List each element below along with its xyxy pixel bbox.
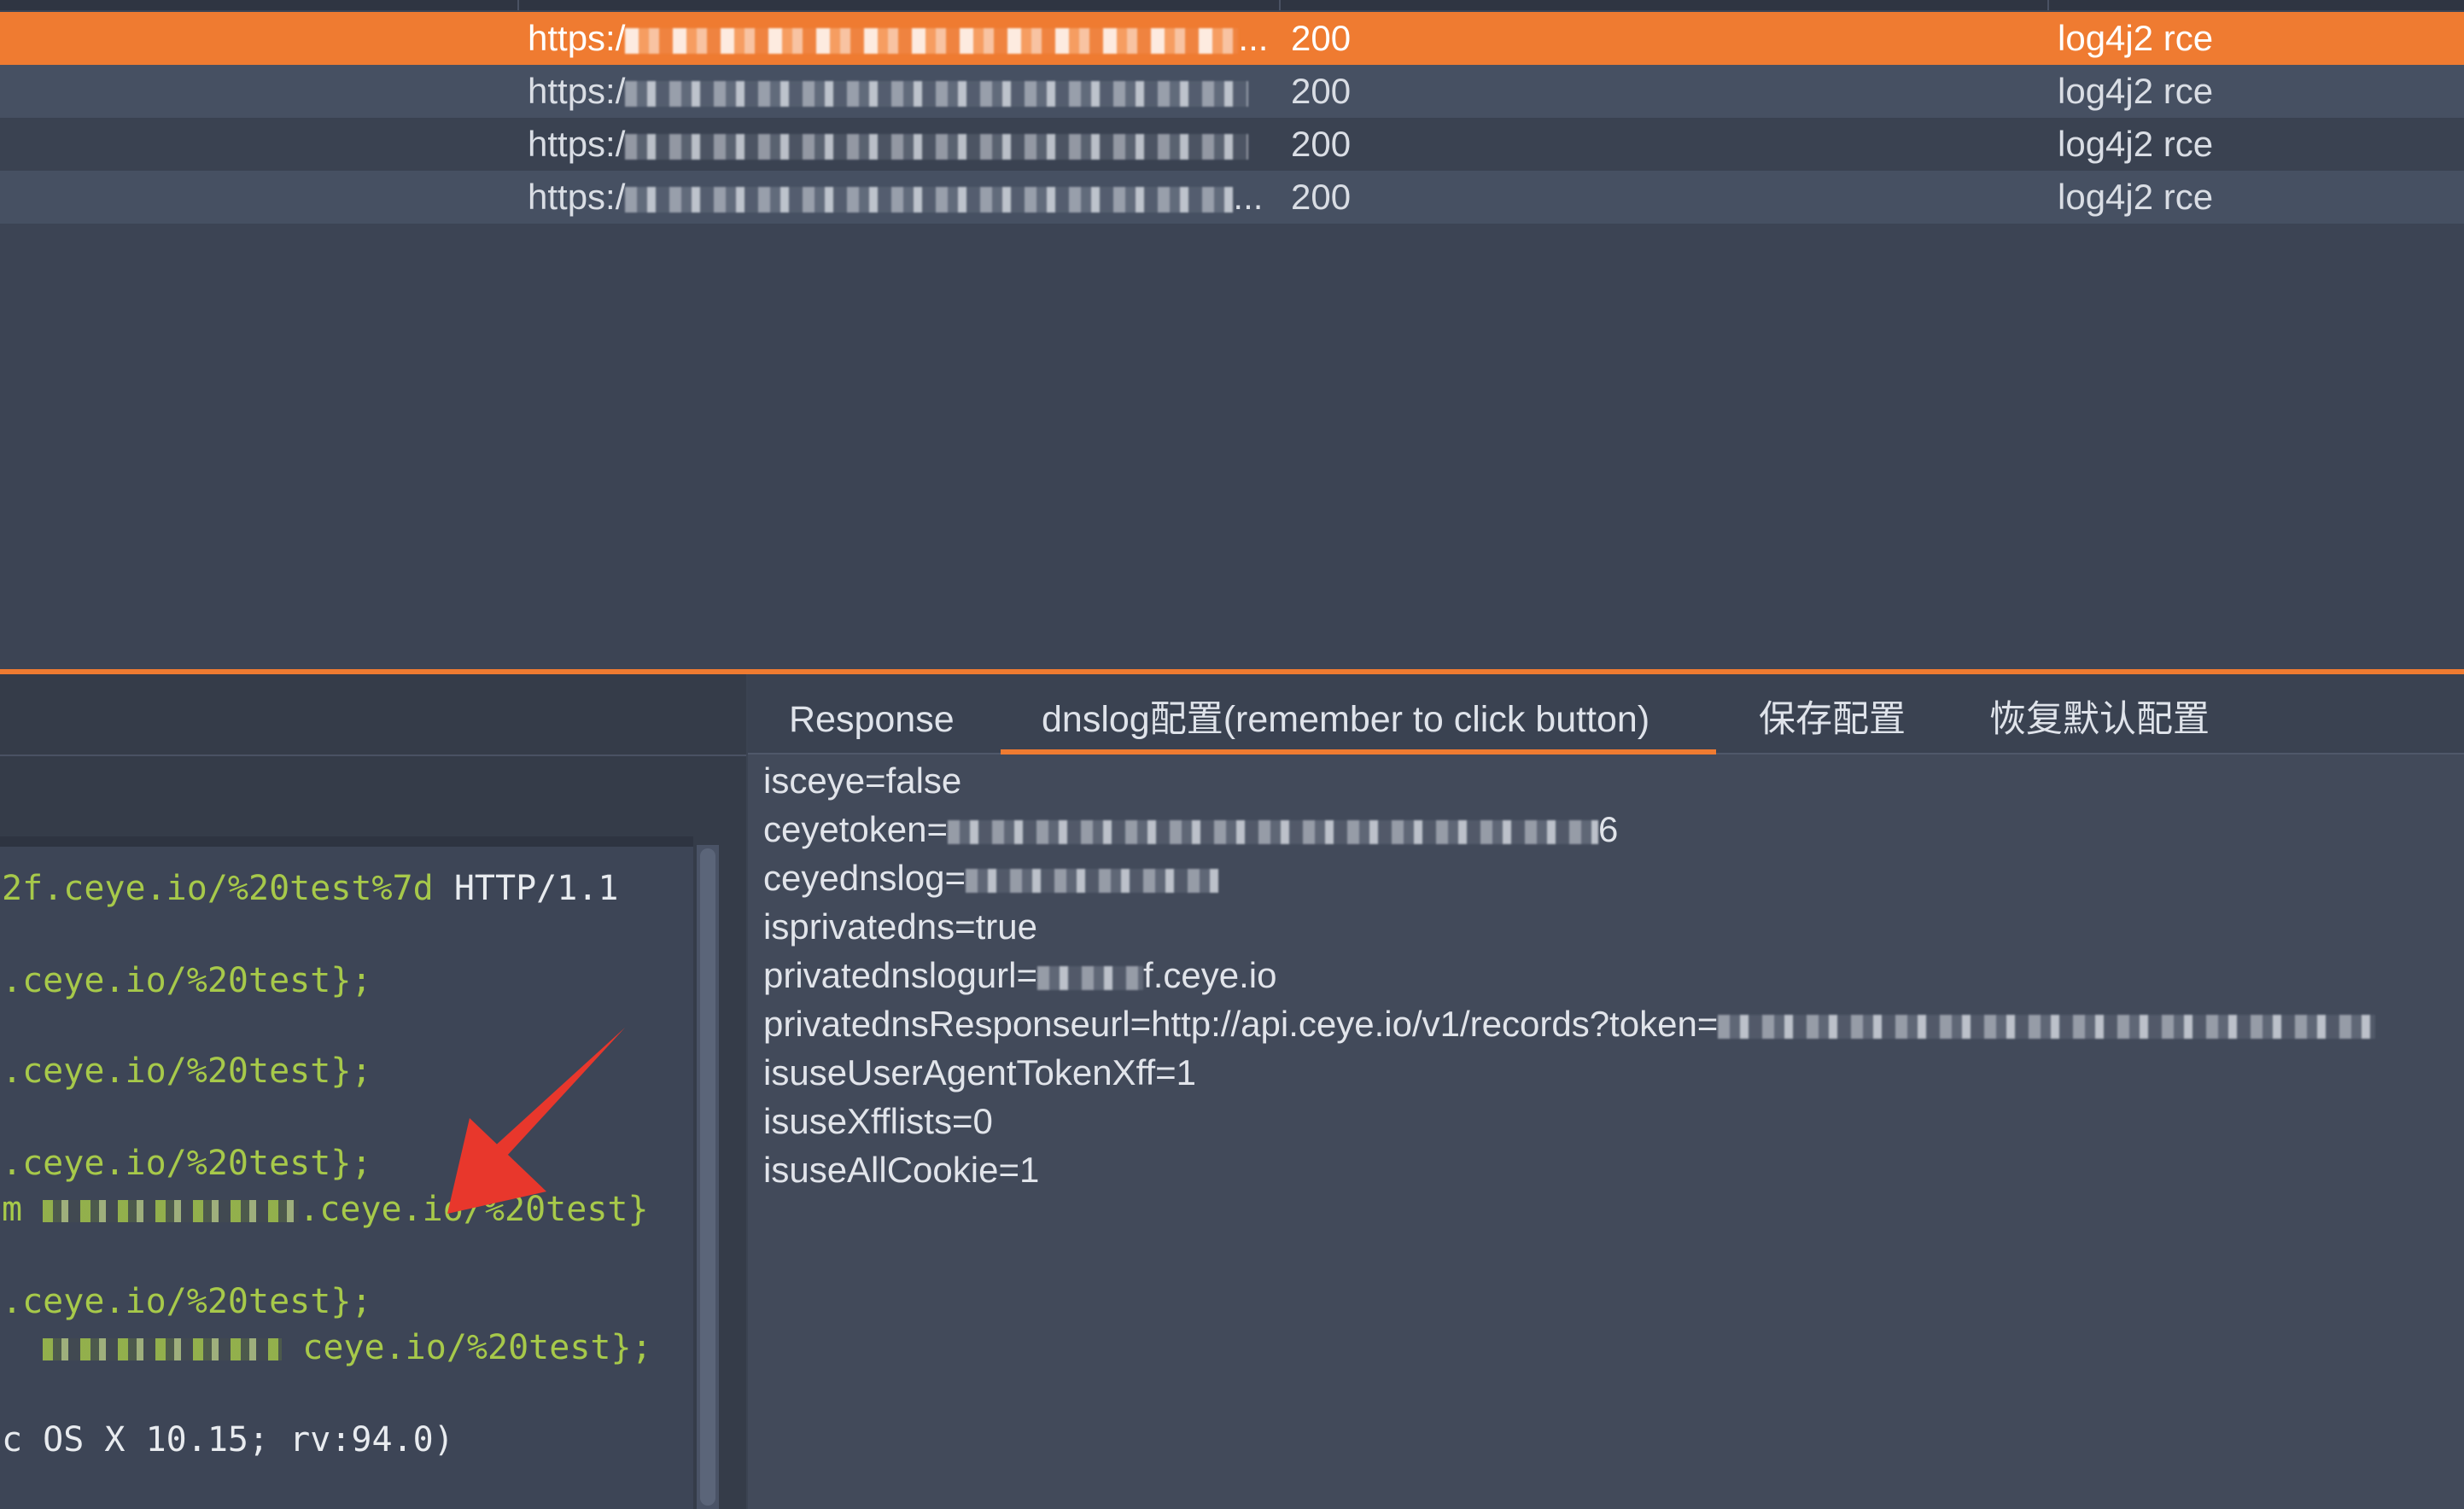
config-text: privatednsResponseurl=http://api.ceye.io… xyxy=(763,1004,1719,1044)
config-line: privatednslogurl= f.ceye.io xyxy=(763,951,2462,999)
status-cell: 200 xyxy=(1291,71,1352,111)
tab-restore-default-config[interactable]: 恢复默认配置 xyxy=(1989,695,2210,744)
config-text: isuseUserAgentTokenXff=1 xyxy=(763,1052,1197,1092)
config-text: f.ceye.io xyxy=(1143,955,1277,995)
url-text: https:/ xyxy=(528,18,626,58)
status-cell: 200 xyxy=(1291,177,1352,217)
config-textarea[interactable]: isceye=false ceyetoken= 6 ceyednslog= isp… xyxy=(763,756,2462,1194)
code-line: ceye.io/%20test}; xyxy=(2,1325,652,1371)
config-line: ceyetoken= 6 xyxy=(763,805,2462,854)
config-line: isuseUserAgentTokenXff=1 xyxy=(763,1048,2462,1097)
config-text: 6 xyxy=(1598,809,1619,849)
code-plain-text: HTTP/1.1 xyxy=(433,869,619,908)
table-row[interactable]: https:/ 200 log4j2 rce xyxy=(0,65,2464,118)
redacted-value xyxy=(966,868,1219,893)
code-green-text: .ceye.io/%20test}; xyxy=(2,1144,372,1183)
url-text: https:/ xyxy=(528,124,626,164)
redacted-value xyxy=(948,819,1598,844)
redacted-url xyxy=(625,133,1249,160)
config-text: ceyetoken= xyxy=(763,809,948,849)
config-line: privatednsResponseurl=http://api.ceye.io… xyxy=(763,999,2462,1048)
code-line: .ceye.io/%20test}; xyxy=(2,1140,371,1186)
tab-save-config[interactable]: 保存配置 xyxy=(1759,695,1906,744)
results-table: https:/... 200 log4j2 rce https:/ 200 lo… xyxy=(0,0,2464,669)
url-ellipsis: ... xyxy=(1233,177,1264,217)
column-divider[interactable] xyxy=(517,0,519,10)
code-line: .ceye.io/%20test}; xyxy=(2,1048,371,1094)
redacted-code xyxy=(43,1338,283,1360)
config-line: isuseAllCookie=1 xyxy=(763,1145,2462,1194)
issue-cell: log4j2 rce xyxy=(2058,18,2214,58)
config-text: privatednslogurl= xyxy=(763,955,1038,995)
code-green-text: .ceye.io/%20test}; xyxy=(2,1052,372,1091)
request-toolbar-divider xyxy=(0,754,746,756)
code-green-text: 2f.ceye.io/%20test%7d xyxy=(2,869,434,908)
table-row[interactable]: https:/ 200 log4j2 rce xyxy=(0,118,2464,171)
redacted-code xyxy=(43,1200,300,1222)
config-text: isprivatedns=true xyxy=(763,906,1038,947)
scrollbar-thumb[interactable] xyxy=(700,848,715,1506)
column-divider[interactable] xyxy=(2047,0,2049,10)
active-tab-indicator xyxy=(1001,749,1716,754)
column-divider[interactable] xyxy=(1279,0,1281,10)
code-line: .ceye.io/%20test}; xyxy=(2,1279,371,1325)
code-green-text: .ceye.io/%20test}; xyxy=(2,1282,372,1321)
code-green-text: .ceye.io/%20test}; xyxy=(2,961,372,1000)
url-cell: https:/ xyxy=(528,65,1270,118)
config-text: isceye=false xyxy=(763,760,962,801)
redacted-url xyxy=(625,80,1249,107)
table-row[interactable]: https:/... 200 log4j2 rce xyxy=(0,171,2464,224)
config-line: isuseXfflists=0 xyxy=(763,1097,2462,1145)
code-line: c OS X 10.15; rv:94.0) xyxy=(2,1417,454,1463)
issue-cell: log4j2 rce xyxy=(2058,177,2214,217)
tab-response[interactable]: Response xyxy=(789,695,955,744)
config-text: isuseXfflists=0 xyxy=(763,1101,993,1141)
url-text: https:/ xyxy=(528,177,626,217)
code-plain-text: c OS X 10.15; rv:94.0) xyxy=(2,1420,454,1459)
red-arrow-icon xyxy=(447,1028,625,1214)
url-cell: https:/... xyxy=(528,171,1270,224)
config-line: ceyednslog= xyxy=(763,854,2462,902)
status-cell: 200 xyxy=(1291,124,1352,164)
redacted-url xyxy=(625,186,1234,213)
code-green-text: m xyxy=(2,1190,23,1229)
config-line: isprivatedns=true xyxy=(763,902,2462,951)
issue-cell: log4j2 rce xyxy=(2058,71,2214,111)
config-text: ceyednslog= xyxy=(763,858,966,898)
redacted-url xyxy=(625,27,1239,54)
tab-dnslog-config[interactable]: dnslog配置(remember to click button) xyxy=(1042,695,1649,744)
code-green-text: ceye.io/%20test}; xyxy=(302,1328,652,1367)
tab-bar: Response dnslog配置(remember to click butt… xyxy=(748,674,2464,754)
url-text: https:/ xyxy=(528,71,626,111)
redacted-value xyxy=(1037,965,1144,990)
url-ellipsis: ... xyxy=(1238,18,1269,58)
config-text: isuseAllCookie=1 xyxy=(763,1150,1040,1190)
issue-cell: log4j2 rce xyxy=(2058,124,2214,164)
table-header-strip xyxy=(0,0,2464,10)
redacted-value xyxy=(1718,1014,2376,1039)
table-row[interactable]: https:/... 200 log4j2 rce xyxy=(0,12,2464,65)
code-line: 2f.ceye.io/%20test%7d HTTP/1.1 xyxy=(2,865,618,912)
code-line: .ceye.io/%20test}; xyxy=(2,958,371,1004)
response-panel: Response dnslog配置(remember to click butt… xyxy=(748,674,2464,1509)
editor-scrollbar[interactable] xyxy=(697,845,719,1509)
url-cell: https:/... xyxy=(528,12,1270,65)
url-cell: https:/ xyxy=(528,118,1270,171)
status-cell: 200 xyxy=(1291,18,1352,58)
config-line: isceye=false xyxy=(763,756,2462,805)
